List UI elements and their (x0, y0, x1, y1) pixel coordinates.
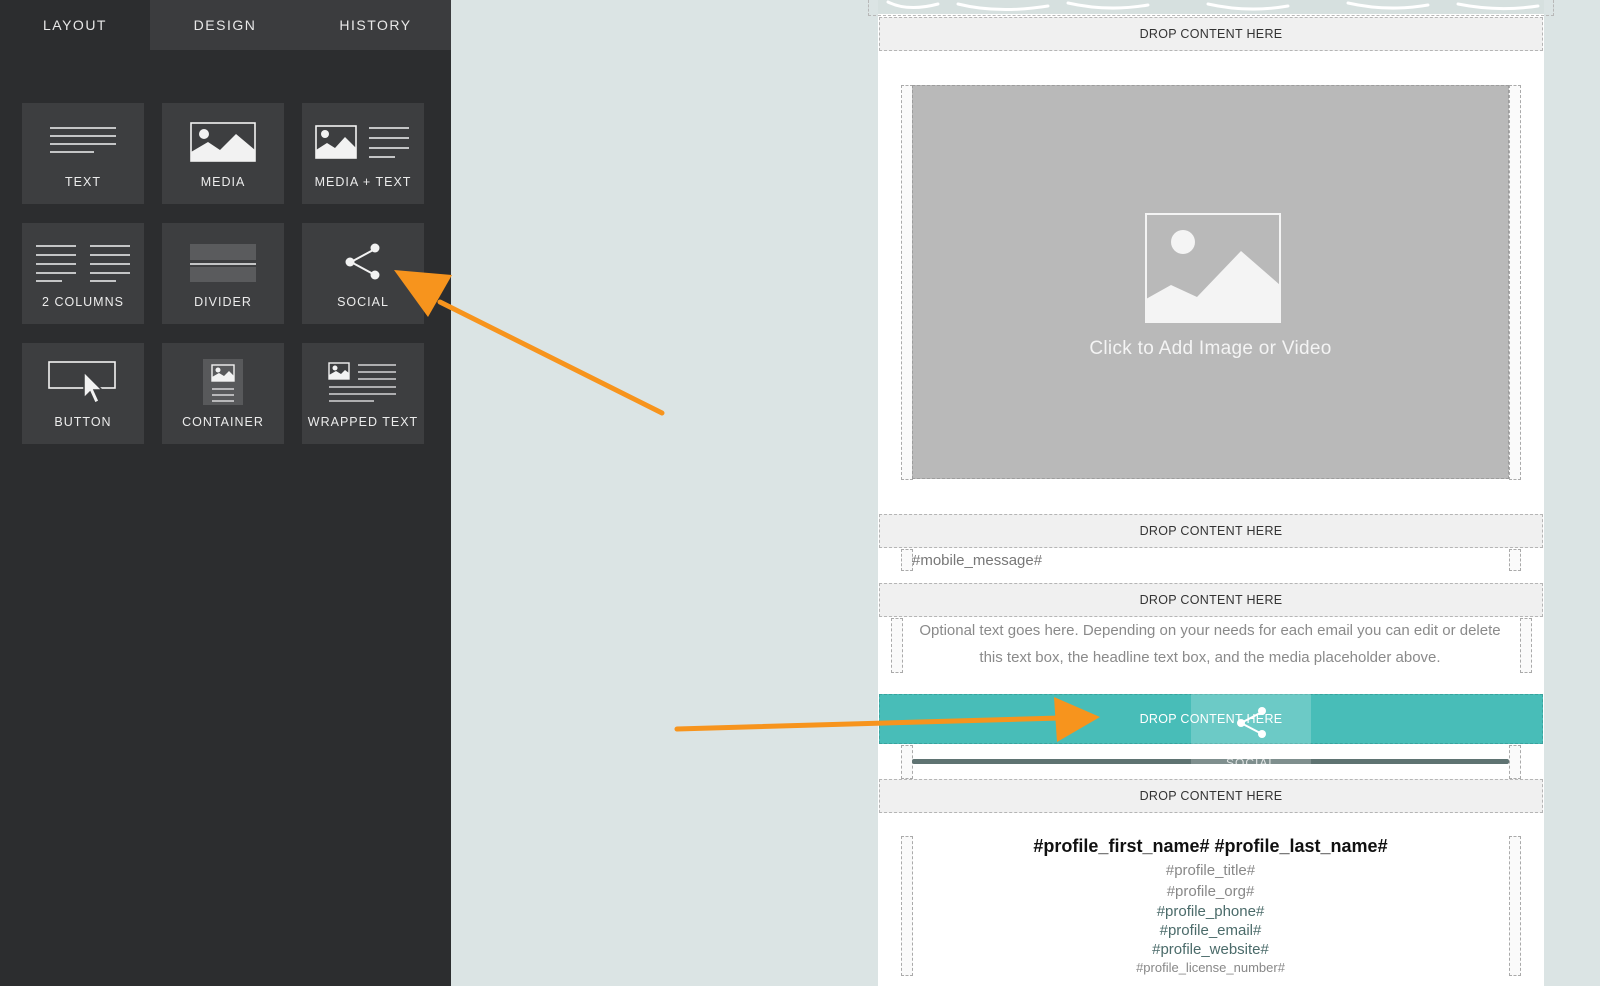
button-cursor-icon (22, 357, 144, 407)
profile-phone[interactable]: #profile_phone# (912, 902, 1509, 921)
drop-zone[interactable]: DROP CONTENT HERE (879, 17, 1543, 51)
header-block-outline (868, 0, 1554, 16)
tile-container[interactable]: CONTAINER (162, 343, 284, 444)
profile-email[interactable]: #profile_email# (912, 921, 1509, 940)
block-handle-right[interactable] (1509, 836, 1521, 976)
profile-website[interactable]: #profile_website# (912, 940, 1509, 959)
share-icon (1237, 707, 1266, 738)
media-placeholder-caption: Click to Add Image or Video (1089, 338, 1332, 359)
tab-history[interactable]: HISTORY (300, 0, 451, 50)
block-handle-left[interactable] (891, 618, 903, 673)
tile-label: TEXT (65, 175, 101, 189)
tab-layout[interactable]: LAYOUT (0, 0, 150, 50)
drop-zone[interactable]: DROP CONTENT HERE (879, 583, 1543, 617)
container-icon (162, 357, 284, 407)
profile-signature-block[interactable]: #profile_first_name# #profile_last_name#… (912, 836, 1509, 977)
profile-org: #profile_org# (1166, 883, 1255, 900)
tile-label: 2 COLUMNS (42, 295, 124, 309)
wrapped-text-icon (302, 357, 424, 407)
mobile-message-text[interactable]: #mobile_message# (912, 552, 1042, 569)
tile-media-text[interactable]: MEDIA + TEXT (302, 103, 424, 204)
tile-label: MEDIA + TEXT (314, 175, 412, 189)
sidebar: LAYOUT DESIGN HISTORY TEXT MEDIA MEDIA +… (0, 0, 451, 986)
profile-license: #profile_license_number# (1136, 960, 1285, 975)
text-lines-icon (22, 117, 144, 167)
block-handle-right[interactable] (1509, 549, 1521, 571)
media-placeholder[interactable]: Click to Add Image or Video (912, 85, 1509, 479)
tile-label: DIVIDER (194, 295, 252, 309)
tile-label: BUTTON (54, 415, 112, 429)
tab-bar: LAYOUT DESIGN HISTORY (0, 0, 451, 50)
tile-button[interactable]: BUTTON (22, 343, 144, 444)
profile-name: #profile_first_name# #profile_last_name# (1033, 836, 1388, 856)
tile-text[interactable]: TEXT (22, 103, 144, 204)
divider-icon (162, 237, 284, 287)
tile-2-columns[interactable]: 2 COLUMNS (22, 223, 144, 324)
columns-icon (22, 237, 144, 287)
optional-text-block[interactable]: Optional text goes here. Depending on yo… (906, 617, 1514, 671)
share-icon (302, 237, 424, 287)
image-placeholder-icon (1145, 213, 1281, 323)
tile-label: SOCIAL (337, 295, 389, 309)
drop-zone[interactable]: DROP CONTENT HERE (879, 514, 1543, 548)
block-handle-right[interactable] (1509, 745, 1521, 779)
tile-divider[interactable]: DIVIDER (162, 223, 284, 324)
dragged-social-tile[interactable]: SOCIAL (1191, 683, 1311, 770)
profile-title: #profile_title# (1165, 862, 1256, 879)
tile-label: MEDIA (200, 175, 246, 189)
image-text-icon (302, 117, 424, 167)
image-icon (162, 117, 284, 167)
drop-zone[interactable]: DROP CONTENT HERE (879, 779, 1543, 813)
tile-media[interactable]: MEDIA (162, 103, 284, 204)
tile-wrapped-text[interactable]: WRAPPED TEXT (302, 343, 424, 444)
block-tiles: TEXT MEDIA MEDIA + TEXT 2 COLUMNS DIVIDE… (22, 103, 424, 444)
tile-social[interactable]: SOCIAL (302, 223, 424, 324)
block-handle-right[interactable] (1520, 618, 1532, 673)
dragged-tile-label: SOCIAL (1225, 756, 1276, 770)
tile-label: WRAPPED TEXT (307, 415, 419, 429)
tab-design[interactable]: DESIGN (150, 0, 300, 50)
tile-label: CONTAINER (182, 415, 264, 429)
block-handle-right[interactable] (1509, 85, 1521, 480)
